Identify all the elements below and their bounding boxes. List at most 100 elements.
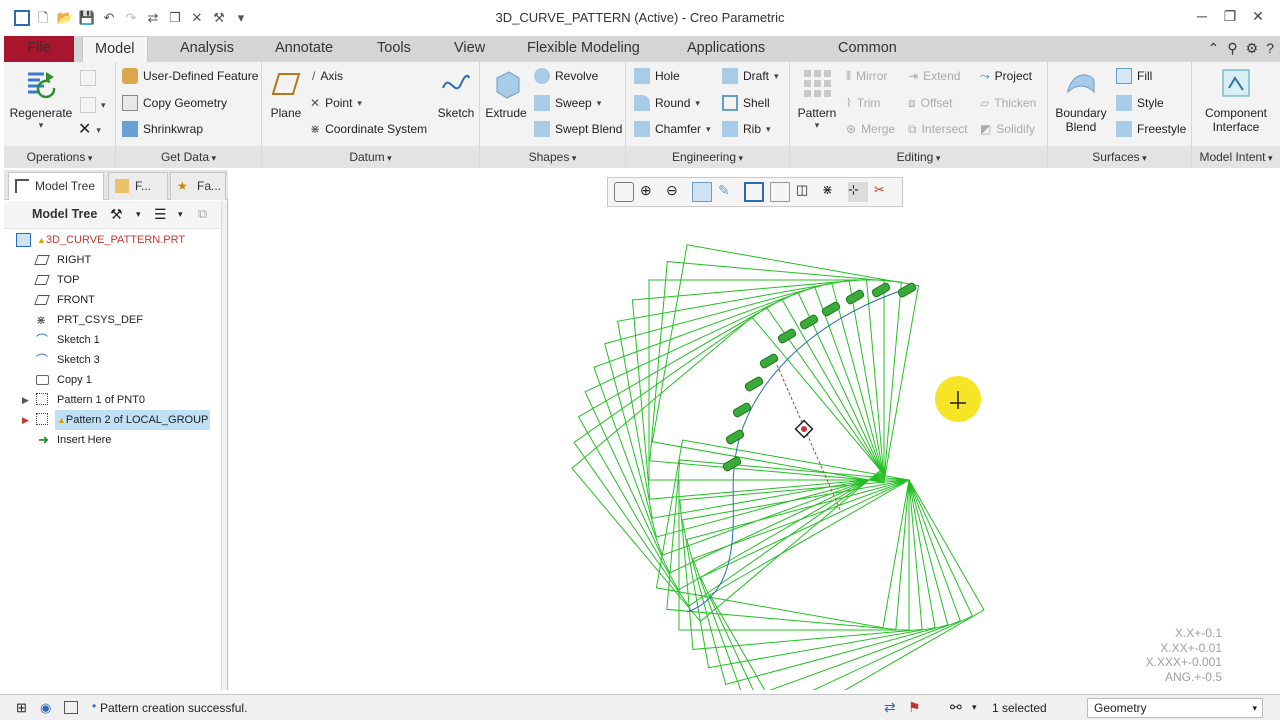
rib-button[interactable]: Rib ▾ bbox=[722, 119, 771, 139]
find-icon[interactable]: ⚯ bbox=[950, 699, 962, 716]
mirror-button[interactable]: ⫴ Mirror bbox=[846, 66, 887, 86]
search-icon[interactable]: ⚲ bbox=[1227, 40, 1237, 57]
trim-button[interactable]: ⌇ Trim bbox=[846, 93, 880, 113]
freestyle-button[interactable]: Freestyle bbox=[1116, 119, 1186, 139]
datum-display-icon[interactable]: ⋇ bbox=[822, 182, 842, 202]
tab-applications[interactable]: Applications bbox=[675, 36, 777, 62]
tab-model[interactable]: Model bbox=[82, 36, 148, 62]
close-button[interactable]: ✕ bbox=[1244, 8, 1272, 25]
group-label-operations[interactable]: Operations bbox=[4, 150, 115, 164]
swept-blend-button[interactable]: Swept Blend bbox=[534, 119, 622, 139]
pattern-button[interactable]: Pattern ▾ bbox=[794, 66, 840, 131]
extrude-button[interactable]: Extrude bbox=[484, 66, 528, 120]
tab-analysis[interactable]: Analysis bbox=[168, 36, 246, 62]
offset-button[interactable]: ⧈ Offset bbox=[908, 93, 952, 113]
fill-button[interactable]: Fill bbox=[1116, 66, 1152, 86]
extend-button[interactable]: ⇥ Extend bbox=[908, 66, 960, 86]
round-button[interactable]: Round ▾ bbox=[634, 93, 700, 113]
point-button[interactable]: ✕ Point ▾ bbox=[310, 93, 362, 113]
regen-status-icon[interactable]: ⇄ bbox=[884, 699, 896, 716]
hole-button[interactable]: Hole bbox=[634, 66, 680, 86]
regen-flag-icon[interactable]: ⚑ bbox=[908, 699, 921, 716]
sweep-button[interactable]: Sweep ▾ bbox=[534, 93, 601, 113]
help-icon[interactable]: ? bbox=[1266, 40, 1274, 57]
group-label-engineering[interactable]: Engineering bbox=[626, 150, 789, 164]
refit-icon[interactable] bbox=[614, 182, 634, 202]
browser-toggle-icon[interactable]: ◉ bbox=[40, 700, 51, 716]
group-surfaces: Boundary Blend Fill Style Freestyle Surf… bbox=[1048, 62, 1192, 168]
selection-count[interactable]: 1 selected bbox=[992, 701, 1047, 715]
chamfer-button[interactable]: Chamfer ▾ bbox=[634, 119, 711, 139]
regenerate-button[interactable]: Regenerate ▾ bbox=[8, 66, 74, 131]
sketch-icon bbox=[442, 74, 470, 90]
repaint-icon[interactable] bbox=[692, 182, 712, 202]
copy-icon-button[interactable] bbox=[80, 68, 96, 88]
intersect-button[interactable]: ⧉ Intersect bbox=[908, 119, 968, 139]
shell-button[interactable]: Shell bbox=[722, 93, 770, 113]
revolve-button[interactable]: Revolve bbox=[534, 66, 598, 86]
pattern-instance-feature bbox=[759, 353, 779, 369]
tab-folder-browser[interactable]: F... bbox=[108, 172, 168, 200]
tab-flexible-modeling[interactable]: Flexible Modeling bbox=[515, 36, 652, 62]
minimize-button[interactable]: ─ bbox=[1188, 8, 1216, 25]
fullscreen-toggle-icon[interactable] bbox=[64, 701, 78, 714]
tree-item-pattern-2[interactable]: ▶ ▲Pattern 2 of LOCAL_GROUP bbox=[22, 410, 222, 430]
tab-annotate[interactable]: Annotate bbox=[263, 36, 345, 62]
regenerate-dropdown-icon[interactable]: ▾ bbox=[8, 120, 74, 131]
group-label-shapes[interactable]: Shapes bbox=[480, 150, 625, 164]
solidify-button[interactable]: ◩ Solidify bbox=[980, 119, 1035, 139]
group-label-model-intent[interactable]: Model Intent bbox=[1192, 150, 1280, 164]
tree-filter-dropdown-icon[interactable]: ▾ bbox=[178, 209, 183, 220]
model-viewport[interactable] bbox=[229, 170, 1280, 690]
group-label-surfaces[interactable]: Surfaces bbox=[1048, 150, 1191, 164]
tree-item-pattern-1[interactable]: ▶ Pattern 1 of PNT0 bbox=[22, 390, 222, 410]
tab-common[interactable]: Common bbox=[826, 36, 909, 62]
navigator-toggle-icon[interactable]: ⊞ bbox=[16, 700, 27, 716]
expand-icon[interactable]: ▶ bbox=[22, 410, 29, 430]
maximize-button[interactable]: ❐ bbox=[1216, 8, 1244, 25]
display-style-icon[interactable]: ✎ bbox=[718, 182, 738, 202]
perspective-icon[interactable]: ◫ bbox=[796, 182, 816, 202]
project-button[interactable]: ⤳ Project bbox=[980, 66, 1032, 86]
tab-favorites[interactable]: ★ Fa... bbox=[170, 172, 226, 200]
view-manager-icon[interactable] bbox=[770, 182, 790, 202]
group-label-datum[interactable]: Datum bbox=[262, 150, 479, 164]
collapse-ribbon-icon[interactable]: ⌃ bbox=[1208, 40, 1220, 57]
tab-tools[interactable]: Tools bbox=[365, 36, 423, 62]
panel-scrollbar[interactable] bbox=[221, 201, 227, 690]
tree-columns-icon[interactable]: ⧉ bbox=[198, 206, 207, 222]
zoom-out-icon[interactable]: ⊖ bbox=[666, 182, 686, 202]
zoom-in-icon[interactable]: ⊕ bbox=[640, 182, 660, 202]
tab-model-tree[interactable]: Model Tree bbox=[8, 172, 104, 200]
draft-button[interactable]: Draft ▾ bbox=[722, 66, 779, 86]
axis-button[interactable]: / Axis bbox=[312, 66, 343, 86]
merge-button[interactable]: ⊛ Merge bbox=[846, 119, 895, 139]
delete-button[interactable]: ✕ ▾ bbox=[78, 120, 101, 140]
graphics-window[interactable]: ⊕ ⊖ ✎ ◫ ⋇ ⊹ ✂ X.X+-0.1 X.XX+-0.01 X.XXX+… bbox=[229, 170, 1280, 690]
tree-settings-icon[interactable]: ⚒ bbox=[110, 206, 123, 223]
copy-geometry-button[interactable]: Copy Geometry bbox=[122, 93, 227, 113]
boundary-blend-button[interactable]: Boundary Blend bbox=[1052, 66, 1110, 134]
thicken-button[interactable]: ▱ Thicken bbox=[980, 93, 1036, 113]
plane-button[interactable]: Plane bbox=[266, 66, 306, 120]
group-label-editing[interactable]: Editing bbox=[790, 150, 1047, 164]
tab-file[interactable]: File bbox=[4, 36, 74, 62]
style-button[interactable]: Style bbox=[1116, 93, 1164, 113]
annotation-display-icon[interactable]: ✂ bbox=[874, 182, 894, 202]
settings-icon[interactable]: ⚙ bbox=[1246, 40, 1259, 57]
tab-view[interactable]: View bbox=[442, 36, 497, 62]
sketch-button[interactable]: Sketch bbox=[436, 66, 476, 120]
udf-button[interactable]: User-Defined Feature bbox=[122, 66, 258, 86]
spin-center-icon[interactable]: ⊹ bbox=[848, 182, 868, 202]
component-interface-button[interactable]: Component Interface bbox=[1196, 66, 1276, 134]
expand-icon[interactable]: ▶ bbox=[22, 390, 29, 410]
paste-button[interactable]: ▾ bbox=[80, 95, 106, 115]
tree-settings-dropdown-icon[interactable]: ▾ bbox=[136, 209, 141, 220]
group-label-get-data[interactable]: Get Data bbox=[116, 150, 261, 164]
saved-orientations-icon[interactable] bbox=[744, 182, 764, 202]
tree-filter-icon[interactable]: ☰ bbox=[154, 206, 167, 223]
selection-filter-select[interactable]: Geometry ▾ bbox=[1087, 698, 1263, 718]
csys-button[interactable]: ⋇ Coordinate System bbox=[310, 119, 427, 139]
shrinkwrap-button[interactable]: Shrinkwrap bbox=[122, 119, 203, 139]
find-dropdown-icon[interactable]: ▾ bbox=[972, 702, 977, 713]
